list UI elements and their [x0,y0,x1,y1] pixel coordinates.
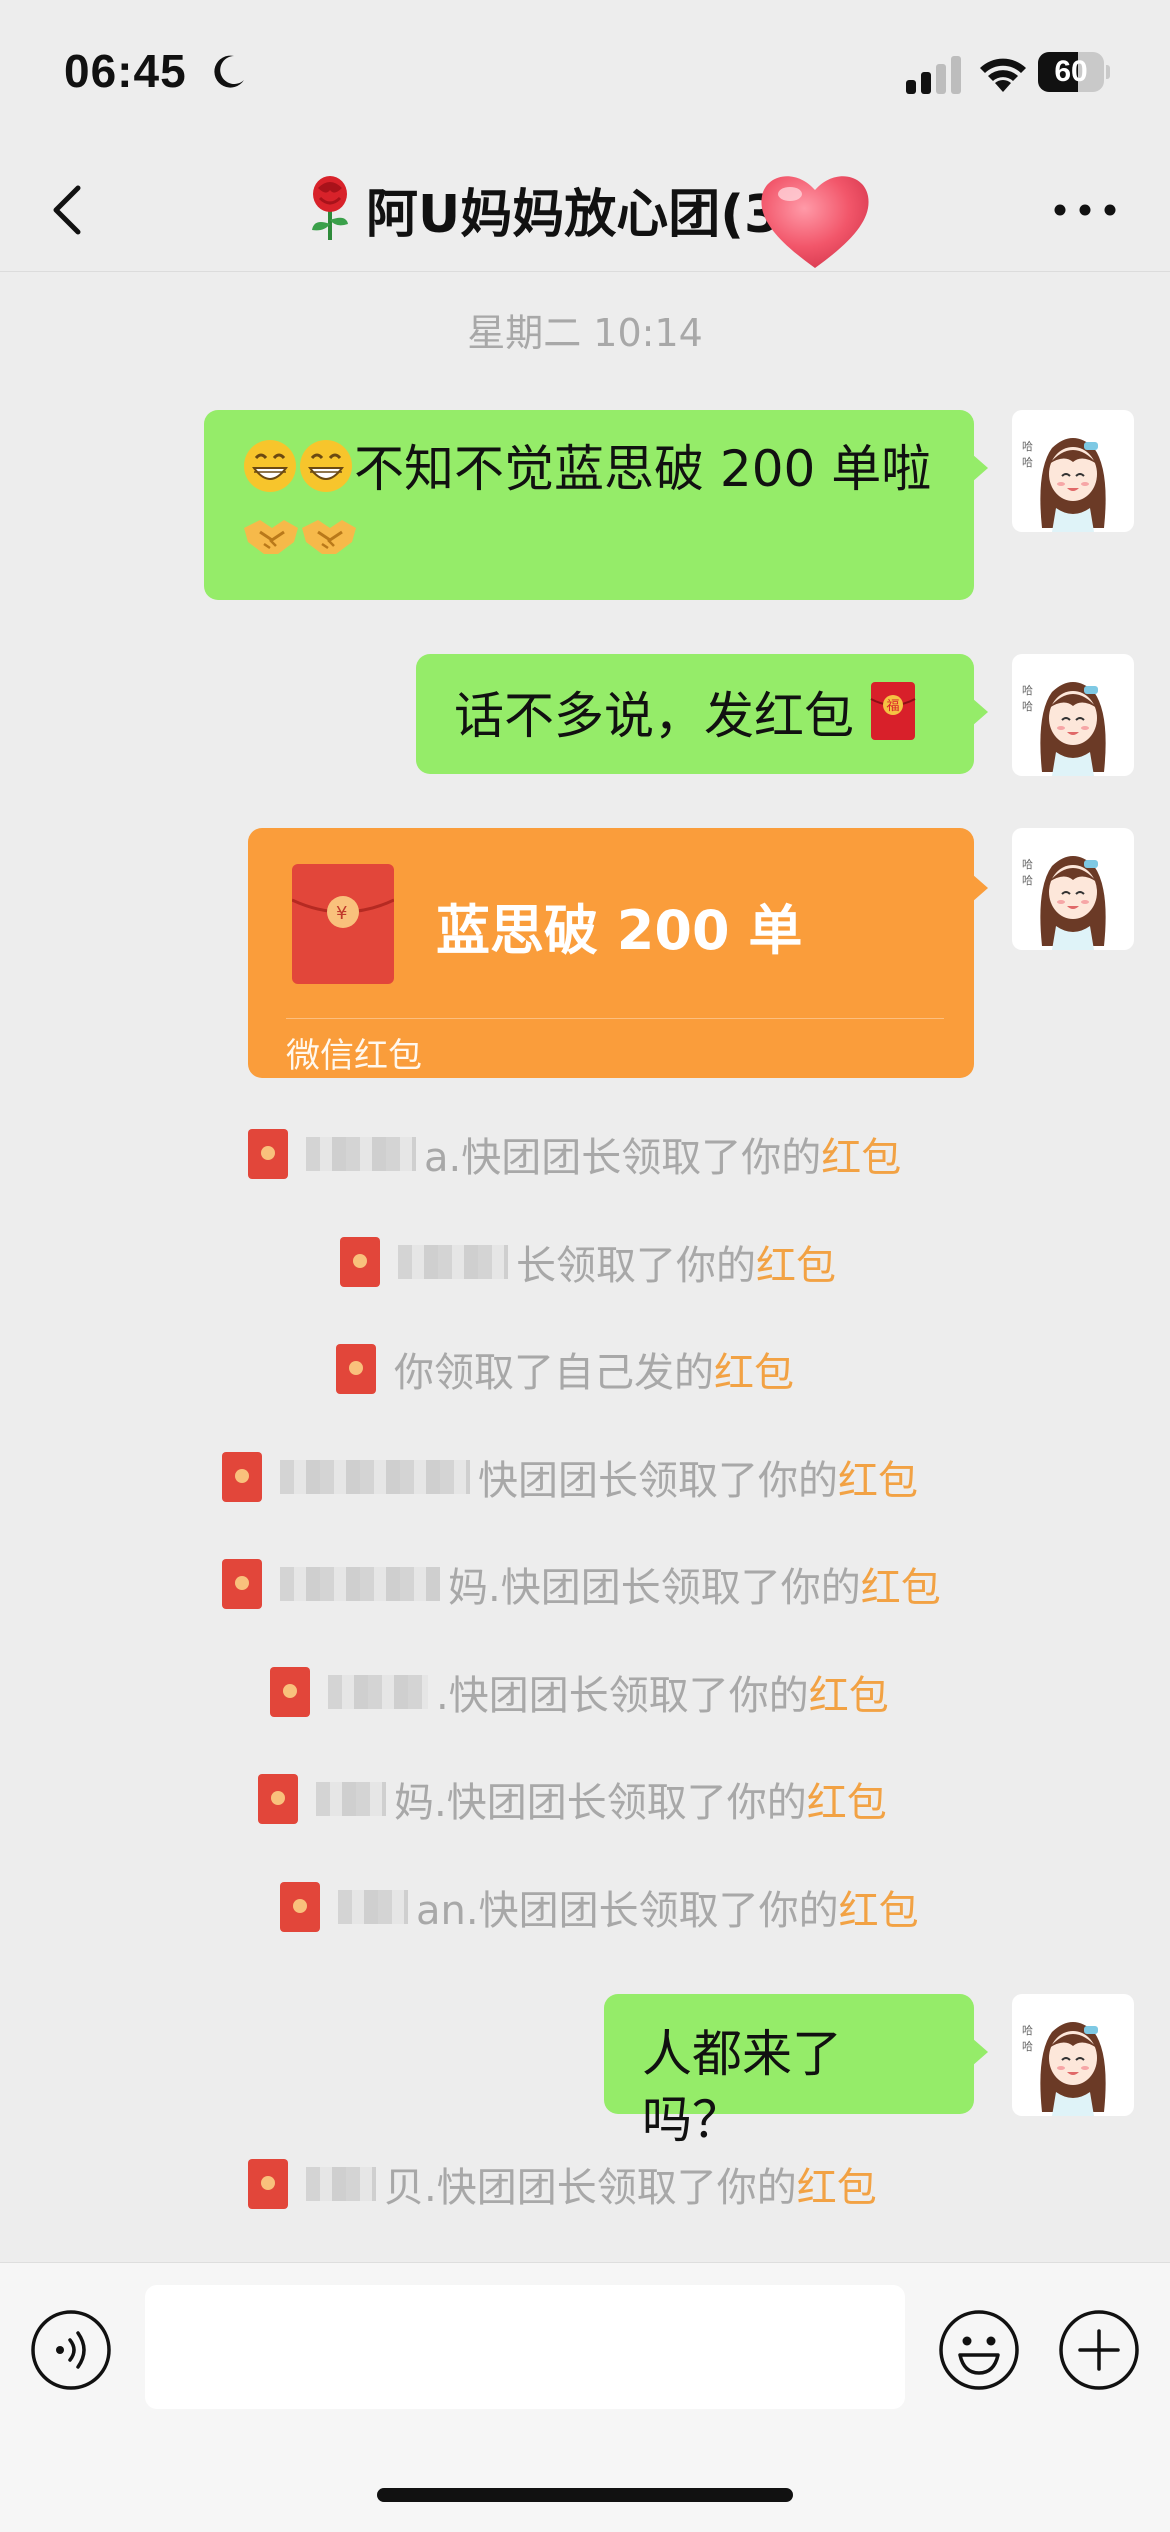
red-packet-divider [286,1018,944,1019]
blurred-name [316,1782,386,1816]
blurred-name [280,1567,440,1601]
message-timestamp: 星期二 10:14 [467,311,703,355]
message-bubble[interactable]: 人都来了吗？ [604,1994,988,2149]
rose-emoji-icon [312,176,348,240]
notice-link[interactable]: 红包 [809,1663,889,1721]
handshake-emoji-icon [302,520,356,554]
blurred-name [338,1890,408,1924]
voice-icon[interactable] [30,2309,112,2391]
red-packet-notice: 你领取了自己发的 红包 [336,1339,794,1399]
red-packet-notice: 妈.快团团长领取了你的 红包 [222,1554,941,1614]
back-chevron-icon[interactable] [40,180,100,240]
status-time: 06:45 [64,45,187,97]
svg-text:哈: 哈 [1022,684,1033,697]
notice-text: a.快团团长领取了你的 [424,1135,822,1181]
red-packet-notice: .快团团长领取了你的 红包 [270,1662,889,1722]
avatar[interactable]: 哈 哈 [1012,828,1134,950]
more-dots-icon[interactable] [1050,195,1120,225]
status-bar: 06:45 60 [0,0,1170,150]
svg-text:哈: 哈 [1022,858,1033,871]
girl-avatar-icon: 哈 哈 [1022,438,1106,532]
avatar[interactable]: 哈 哈 [1012,654,1134,776]
red-packet-notice: 快团团长领取了你的 红包 [222,1447,918,1507]
moon-icon [214,55,244,88]
red-packet-message[interactable]: ¥ 蓝思破 200 单 微信红包 [248,828,988,1078]
notice-link[interactable]: 红包 [821,1125,901,1183]
heart-sticker-icon [761,176,869,268]
notice-link[interactable]: 红包 [838,1448,918,1506]
red-packet-icon [248,1129,288,1179]
chat-messages[interactable]: 星期二 10:14 不知不觉蓝思破 200 单啦 哈 哈 话不多说，发红包 福 … [0,272,1170,2262]
girl-avatar-icon: 哈 哈 [1022,856,1106,950]
notice-text: .快团团长领取了你的 [436,1673,809,1719]
grin-emoji-icon [244,440,296,492]
notice-text: 快团团长领取了你的 [478,1458,838,1504]
girl-avatar-icon: 哈 哈 [1022,682,1106,776]
battery-icon: 60 [1038,52,1110,92]
red-packet-notice: an.快团团长领取了你的 红包 [280,1877,919,1937]
notice-link[interactable]: 红包 [839,1878,919,1936]
signal-icon [906,56,961,94]
svg-text:哈: 哈 [1022,456,1033,469]
emoji-icon[interactable] [938,2309,1020,2391]
notice-text: 贝.快团团长领取了你的 [384,2165,797,2211]
plus-icon[interactable] [1058,2309,1140,2391]
svg-text:福: 福 [886,699,899,714]
chat-title-area[interactable]: 阿U妈妈放心团(3 [300,174,781,245]
grin-emoji-icon [300,440,352,492]
home-indicator[interactable] [377,2488,793,2502]
red-packet-notice: 妈.快团团长领取了你的 红包 [258,1769,887,1829]
blurred-name [398,1245,508,1279]
notice-link[interactable]: 红包 [714,1340,794,1398]
svg-text:哈: 哈 [1022,440,1033,453]
message-text: 人都来了吗？ [642,2025,842,2149]
handshake-emoji-icon [244,520,298,554]
red-packet-icon: ¥ [292,864,394,984]
red-packet-icon [248,2159,288,2209]
wifi-icon [980,58,1026,92]
red-packet-notice: 贝.快团团长领取了你的 红包 [248,2154,877,2214]
svg-text:哈: 哈 [1022,874,1033,887]
red-packet-icon [336,1344,376,1394]
red-packet-title: 蓝思破 200 单 [436,899,803,962]
red-packet-icon [222,1559,262,1609]
battery-level-text: 60 [1054,55,1088,88]
fu-red-envelope-icon: 福 [870,682,916,740]
girl-avatar-icon: 哈 哈 [1022,2022,1106,2116]
chat-title: 阿U妈妈放心团(3 [366,184,781,245]
message-bubble[interactable]: 不知不觉蓝思破 200 单啦 [204,410,988,600]
notice-link[interactable]: 红包 [797,2155,877,2213]
message-bubble[interactable]: 话不多说，发红包 福 [416,654,988,774]
message-text: 话不多说，发红包 [454,687,854,745]
red-packet-footer: 微信红包 [286,1036,422,1076]
red-packet-notice: a.快团团长领取了你的 红包 [248,1124,901,1184]
blurred-name [280,1460,470,1494]
blurred-name [306,1137,416,1171]
notice-text: 你领取了自己发的 [394,1350,714,1396]
red-packet-icon [270,1667,310,1717]
avatar[interactable]: 哈 哈 [1012,410,1134,532]
svg-text:哈: 哈 [1022,700,1033,713]
svg-text:哈: 哈 [1022,2040,1033,2053]
notice-text: 妈.快团团长领取了你的 [394,1780,807,1826]
message-input[interactable] [145,2285,905,2409]
red-packet-icon [222,1452,262,1502]
red-packet-icon [258,1774,298,1824]
blurred-name [328,1675,428,1709]
avatar[interactable]: 哈 哈 [1012,1994,1134,2116]
notice-text: 长领取了你的 [516,1243,756,1289]
notice-link[interactable]: 红包 [756,1233,836,1291]
red-packet-icon [280,1882,320,1932]
notice-text: 妈.快团团长领取了你的 [448,1565,861,1611]
svg-text:¥: ¥ [336,903,347,924]
notice-link[interactable]: 红包 [861,1555,941,1613]
red-packet-notice: 长领取了你的 红包 [340,1232,836,1292]
red-packet-icon [340,1237,380,1287]
notice-link[interactable]: 红包 [807,1770,887,1828]
notice-text: an.快团团长领取了你的 [416,1888,839,1934]
chat-header: 阿U妈妈放心团(3 [0,150,1170,272]
blurred-name [306,2167,376,2201]
svg-text:哈: 哈 [1022,2024,1033,2037]
message-text: 不知不觉蓝思破 200 单啦 [354,440,932,498]
